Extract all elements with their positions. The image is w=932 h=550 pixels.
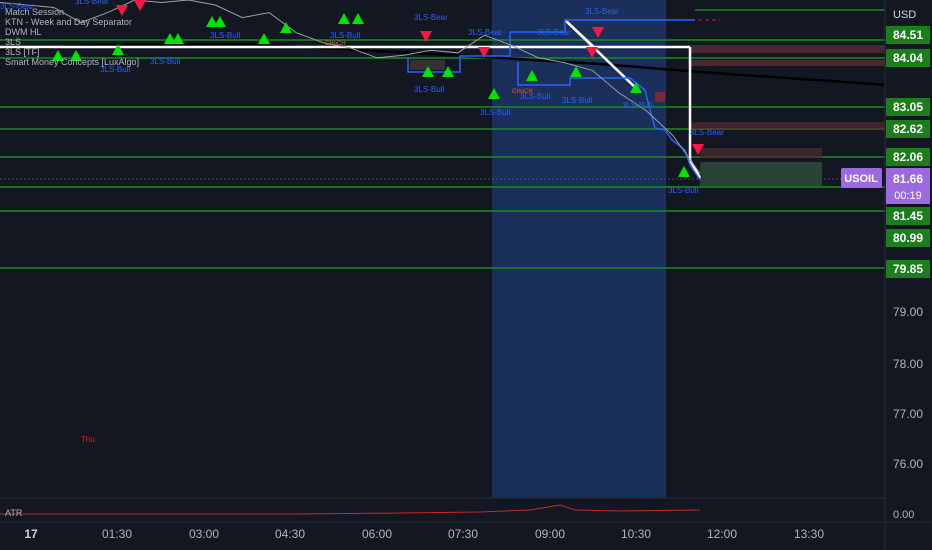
bear-label-3: 3LS-Bear [414,13,448,22]
choch-label-1: CHoCH [325,41,346,47]
bull-label-10: 3LS-Bull [668,186,698,195]
x-tick-label: 04:30 [275,527,305,541]
bear-label-6: 3LS-Bear [585,7,619,16]
level-tag-5: 82.06 [893,150,923,164]
x-tick-label: 12:00 [707,527,737,541]
x-tick-label: 10:30 [621,527,651,541]
x-tick-label: 09:00 [535,527,565,541]
y-tick-label: 77.00 [893,407,923,421]
bull-label-9: 3LS-Bull [622,101,652,110]
x-tick-label: 06:00 [362,527,392,541]
y-tick-label: 79.00 [893,305,923,319]
bull-label-4: 3LS-Bull [330,31,360,40]
zone-4 [700,148,822,158]
bull-label-8: 3LS-Bull [562,96,592,105]
bull-label-5: 3LS-Bull [414,85,444,94]
day-label: Thu [81,435,95,444]
legend-item-1[interactable]: Match Session [5,7,139,17]
legend-item-3[interactable]: DWM HL [5,27,139,37]
level-tag-3: 83.05 [893,100,923,114]
legend-item-2[interactable]: KTN - Week and Day Separator [5,17,139,27]
bull-label-3: 3LS-Bull [210,31,240,40]
level-tag-1: 84.51 [893,28,923,42]
zone-6 [655,92,665,102]
y-tick-label: 76.00 [893,457,923,471]
y-tick-label: 78.00 [893,357,923,371]
price-chart[interactable]: 3LS-Bear 3LS-Bear 3LS-Bull 3LS-Bull 3LS-… [0,0,932,550]
level-tag-6: 81.45 [893,209,923,223]
bear-label-2: 3LS-Bear [75,0,109,6]
atr-label: ATR [5,508,23,518]
zone-2 [690,60,885,66]
x-tick-label: 03:00 [189,527,219,541]
x-tick-label: 01:30 [102,527,132,541]
current-price-label: 81.66 [893,172,923,186]
legend-item-6[interactable]: Smart Money Concepts [LuxAlgo] [5,57,139,67]
level-tag-4: 82.62 [893,122,923,136]
bear-label-7: 3LS-Bear [690,128,724,137]
level-tag-2: 84.04 [893,51,923,65]
currency-label: USD [893,9,916,21]
level-tag-7: 80.99 [893,231,923,245]
zone-5 [700,162,822,186]
indicator-legend[interactable]: Match Session KTN - Week and Day Separat… [5,7,139,67]
bear-label-4: 3LS-Bear [468,28,502,37]
countdown-label: 00:19 [894,190,922,202]
legend-item-4[interactable]: 3LS [5,37,139,47]
x-tick-label: 07:30 [448,527,478,541]
level-price-tags: 84.51 84.04 83.05 82.62 82.06 81.45 80.9… [886,26,930,278]
x-tick-label: 17 [24,527,38,541]
bull-label-2: 3LS-Bull [150,57,180,66]
legend-item-5[interactable]: 3LS [TF] [5,47,139,57]
level-tag-8: 79.85 [893,262,923,276]
choch-label-2: CHoCH [512,89,533,95]
x-tick-label: 13:30 [794,527,824,541]
atr-value-label: 0.00 [893,509,914,521]
chart-background [0,0,932,550]
zone-1 [690,45,885,53]
symbol-label: USOIL [844,173,878,185]
bear-label-5: 3LS-Bear [537,28,571,37]
bull-label-7: 3LS-Bull [480,108,510,117]
